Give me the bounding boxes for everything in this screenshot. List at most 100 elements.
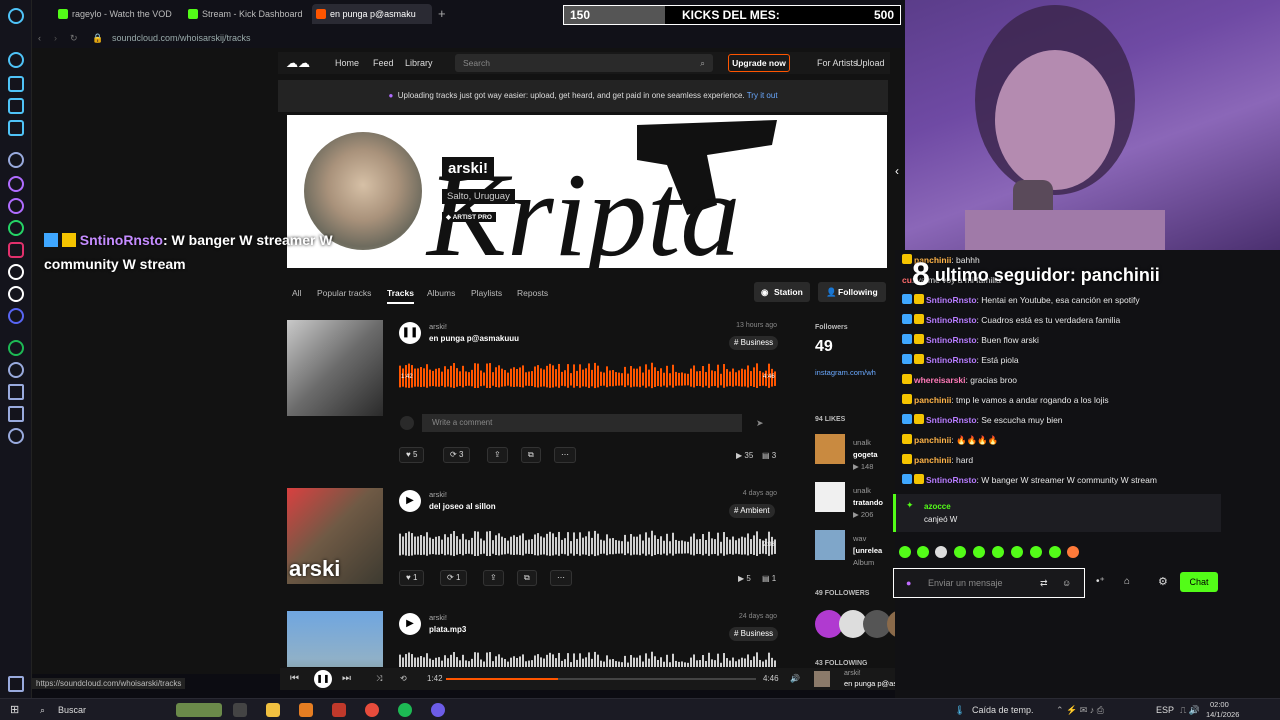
sidebar-feed-icon[interactable] [8, 52, 24, 68]
pause-button[interactable]: ❚❚ [314, 670, 332, 688]
emoji-icon[interactable]: ☺ [1062, 569, 1071, 597]
translate-icon[interactable]: ⇄ [1040, 569, 1048, 597]
forward-icon[interactable]: › [54, 28, 57, 48]
sidebar-extensions-icon[interactable] [8, 406, 24, 422]
microphone-icon[interactable]: ● [906, 569, 911, 597]
address-bar[interactable]: ‹ › ↻ 🔒 soundcloud.com/whoisarskij/track… [32, 28, 905, 48]
liked-artwork[interactable] [815, 530, 845, 560]
soundcloud-logo-icon[interactable]: ☁☁ [286, 52, 310, 74]
liked-artwork[interactable] [815, 434, 845, 464]
emote-icon[interactable] [1011, 546, 1023, 558]
opera-icon[interactable] [431, 703, 445, 717]
sidebar-discord-icon[interactable] [8, 198, 24, 214]
sidebar-download-icon[interactable] [8, 384, 24, 400]
repost-button[interactable]: ⟳ 1 [440, 570, 468, 586]
emote-icon[interactable] [1067, 546, 1079, 558]
windows-start-icon[interactable]: ⊞ [10, 699, 19, 720]
weather-text[interactable]: Caída de temp. [972, 699, 1034, 720]
track-title[interactable]: plata.mp3 [429, 625, 466, 634]
shuffle-button[interactable]: ⤨ [376, 668, 382, 690]
liked-title[interactable]: [unrelea [853, 546, 882, 555]
nav-upload[interactable]: Upload [856, 52, 885, 74]
copy-link-button[interactable]: ⧉ [517, 570, 537, 586]
tab-playlists[interactable]: Playlists [471, 284, 502, 302]
tab-reposts[interactable]: Reposts [517, 284, 548, 302]
obs-icon[interactable] [332, 703, 346, 717]
comment-input[interactable]: Write a comment [422, 414, 742, 432]
upgrade-button[interactable]: Upgrade now [728, 54, 790, 72]
sidebar-whatsapp-icon[interactable] [8, 220, 24, 236]
language-indicator[interactable]: ESP [1156, 699, 1174, 720]
sidebar-twitch-icon[interactable] [8, 176, 24, 192]
more-button[interactable]: ⋯ [554, 447, 576, 463]
next-button[interactable]: ⏭ [342, 668, 351, 690]
liked-artwork[interactable] [815, 482, 845, 512]
nav-feed[interactable]: Feed [373, 52, 394, 74]
clock-date[interactable]: 14/1/2026 [1206, 704, 1239, 720]
try-it-out-link[interactable]: Try it out [747, 91, 778, 100]
redeem-user[interactable]: azocce [924, 502, 951, 511]
sidebar-discord2-icon[interactable] [8, 308, 24, 324]
search-icon[interactable]: ⌕ [700, 54, 705, 72]
waveform[interactable] [399, 528, 777, 560]
sidebar-gear-icon[interactable] [8, 428, 24, 444]
nav-library[interactable]: Library [405, 52, 433, 74]
more-button[interactable]: ⋯ [550, 570, 572, 586]
task-view-icon[interactable] [233, 703, 247, 717]
copy-link-button[interactable]: ⧉ [521, 447, 541, 463]
spotify-icon[interactable] [398, 703, 412, 717]
tab-soundcloud-active[interactable]: en punga p@asmaku [312, 4, 432, 24]
tray-icons[interactable]: ⌃ ⚡ ✉ ♪ ⎙ [1056, 699, 1104, 720]
sidebar-x-icon[interactable] [8, 286, 24, 302]
emote-icon[interactable] [992, 546, 1004, 558]
taskbar-search[interactable]: Buscar [58, 699, 86, 720]
like-button[interactable]: ♥ 1 [399, 570, 425, 586]
track-tag[interactable]: # Business [729, 627, 779, 641]
new-tab-button[interactable]: + [438, 4, 454, 24]
chat-send-button[interactable]: Chat [1180, 572, 1218, 592]
instagram-link[interactable]: instagram.com/wh [815, 368, 876, 377]
tab-albums[interactable]: Albums [427, 284, 455, 302]
sidebar-chart-icon[interactable] [8, 98, 24, 114]
weather-icon[interactable]: 🌡 [954, 699, 965, 720]
browser-logo-icon[interactable] [8, 8, 24, 24]
app-icon[interactable] [299, 703, 313, 717]
track-user[interactable]: arski! [429, 613, 447, 622]
sidebar-m-icon[interactable] [8, 120, 24, 136]
file-explorer-icon[interactable] [266, 703, 280, 717]
points-icon[interactable]: •⁺ [1096, 576, 1105, 587]
pause-button[interactable]: ❚❚ [399, 322, 421, 344]
track-user[interactable]: arski! [429, 490, 447, 499]
emote-icon[interactable] [917, 546, 929, 558]
track-title[interactable]: en punga p@asmakuuu [429, 334, 519, 343]
gift-icon[interactable]: ⌂ [1124, 576, 1130, 587]
sidebar-history-icon[interactable] [8, 362, 24, 378]
share-button[interactable]: ⇪ [483, 570, 504, 586]
search-input[interactable]: Search ⌕ [455, 54, 713, 72]
track-artwork[interactable]: arski [287, 488, 383, 584]
sidebar-settings-icon[interactable] [8, 152, 24, 168]
play-button[interactable]: ▶ [399, 613, 421, 635]
track-tag[interactable]: # Business [729, 336, 779, 350]
sidebar-instagram-icon[interactable] [8, 242, 24, 258]
sidebar-messenger-icon[interactable] [8, 76, 24, 92]
previous-button[interactable]: ⏮ [290, 668, 299, 690]
now-playing-artwork[interactable] [814, 671, 830, 687]
waveform[interactable] [399, 649, 777, 667]
tab-tracks[interactable]: Tracks [387, 284, 414, 304]
likes-heading[interactable]: 94 LIKES [815, 416, 845, 423]
reload-icon[interactable]: ↻ [70, 28, 78, 48]
nav-for-artists[interactable]: For Artists [817, 52, 858, 74]
track-title[interactable]: del joseo al sillon [429, 502, 496, 511]
emote-icon[interactable] [899, 546, 911, 558]
tab-rageylo-vod[interactable]: rageylo - Watch the VOD [54, 4, 184, 24]
repeat-button[interactable]: ⟲ [400, 668, 407, 690]
send-icon[interactable]: ➤ [756, 418, 764, 429]
repost-button[interactable]: ⟳ 3 [443, 447, 471, 463]
collapse-chat-icon[interactable]: ‹ [895, 164, 899, 178]
search-icon[interactable]: ⌕ [40, 699, 45, 720]
following-button[interactable]: 👤 Following [818, 282, 886, 302]
liked-user[interactable]: unalk [853, 438, 871, 447]
liked-title[interactable]: tratando [853, 498, 883, 507]
tab-popular-tracks[interactable]: Popular tracks [317, 284, 371, 302]
